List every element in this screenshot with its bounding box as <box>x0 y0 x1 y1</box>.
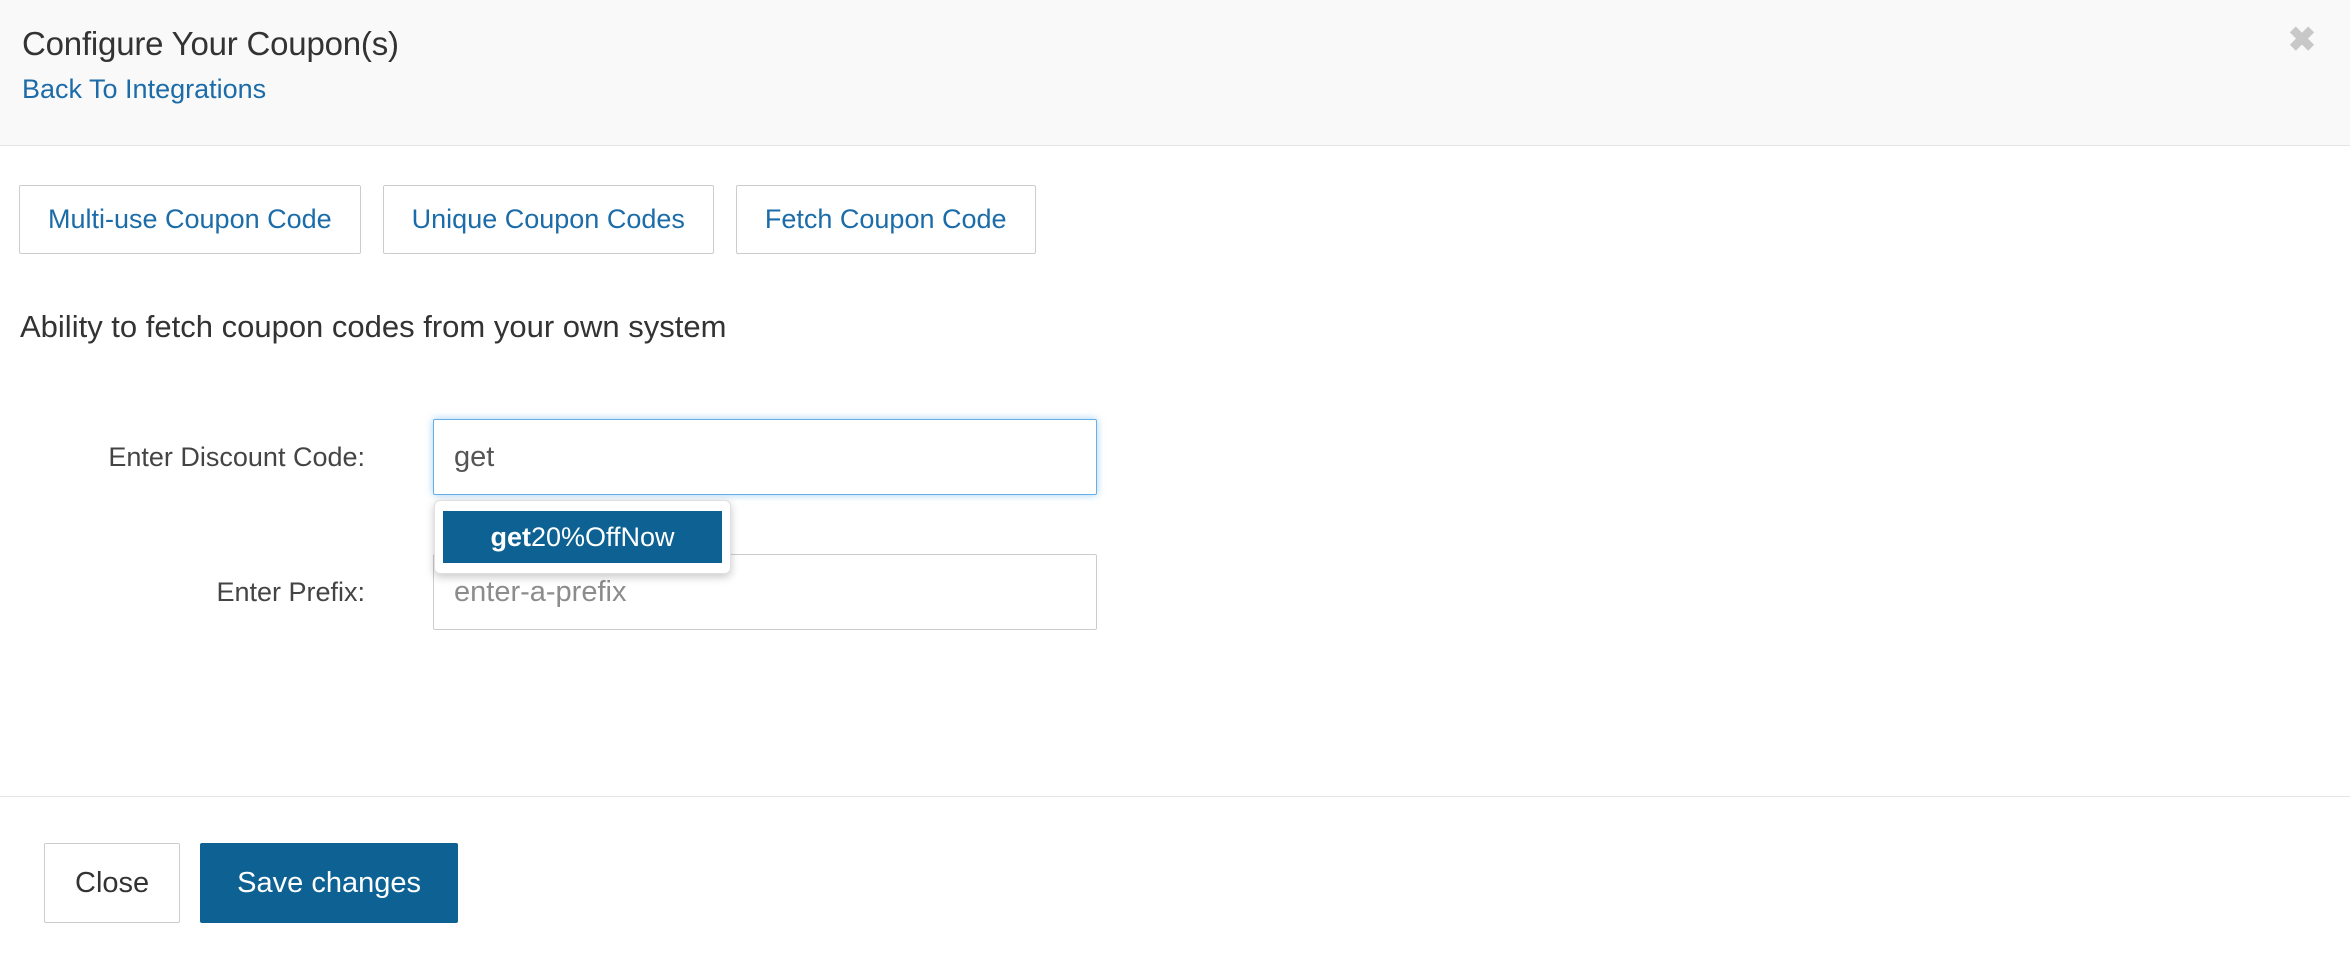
coupon-type-tabs: Multi-use Coupon Code Unique Coupon Code… <box>19 185 1036 254</box>
section-heading: Ability to fetch coupon codes from your … <box>20 309 727 344</box>
tab-multi-use-coupon-code[interactable]: Multi-use Coupon Code <box>19 185 361 254</box>
discount-code-label: Enter Discount Code: <box>108 441 365 472</box>
tab-fetch-coupon-code[interactable]: Fetch Coupon Code <box>735 185 1036 254</box>
close-icon[interactable]: ✖ <box>2280 18 2324 62</box>
back-to-integrations-link[interactable]: Back To Integrations <box>22 74 266 105</box>
autocomplete-option-rest: 20%OffNow <box>530 521 675 552</box>
autocomplete-dropdown: get 20%OffNow <box>434 500 731 574</box>
modal-header: Configure Your Coupon(s) Back To Integra… <box>0 0 2350 146</box>
configure-coupons-modal: Configure Your Coupon(s) Back To Integra… <box>0 0 2350 959</box>
tab-unique-coupon-codes[interactable]: Unique Coupon Codes <box>382 185 714 254</box>
prefix-label: Enter Prefix: <box>216 576 365 607</box>
modal-footer: Close Save changes <box>0 796 2350 959</box>
autocomplete-option-match: get <box>490 521 531 552</box>
close-button[interactable]: Close <box>44 843 181 923</box>
discount-code-input[interactable] <box>433 419 1097 495</box>
form-row-discount-code: Enter Discount Code: <box>0 419 1130 495</box>
footer-button-group: Close Save changes <box>44 843 458 923</box>
page-title: Configure Your Coupon(s) <box>22 25 399 62</box>
autocomplete-option[interactable]: get 20%OffNow <box>443 511 722 563</box>
save-changes-button[interactable]: Save changes <box>200 843 458 923</box>
